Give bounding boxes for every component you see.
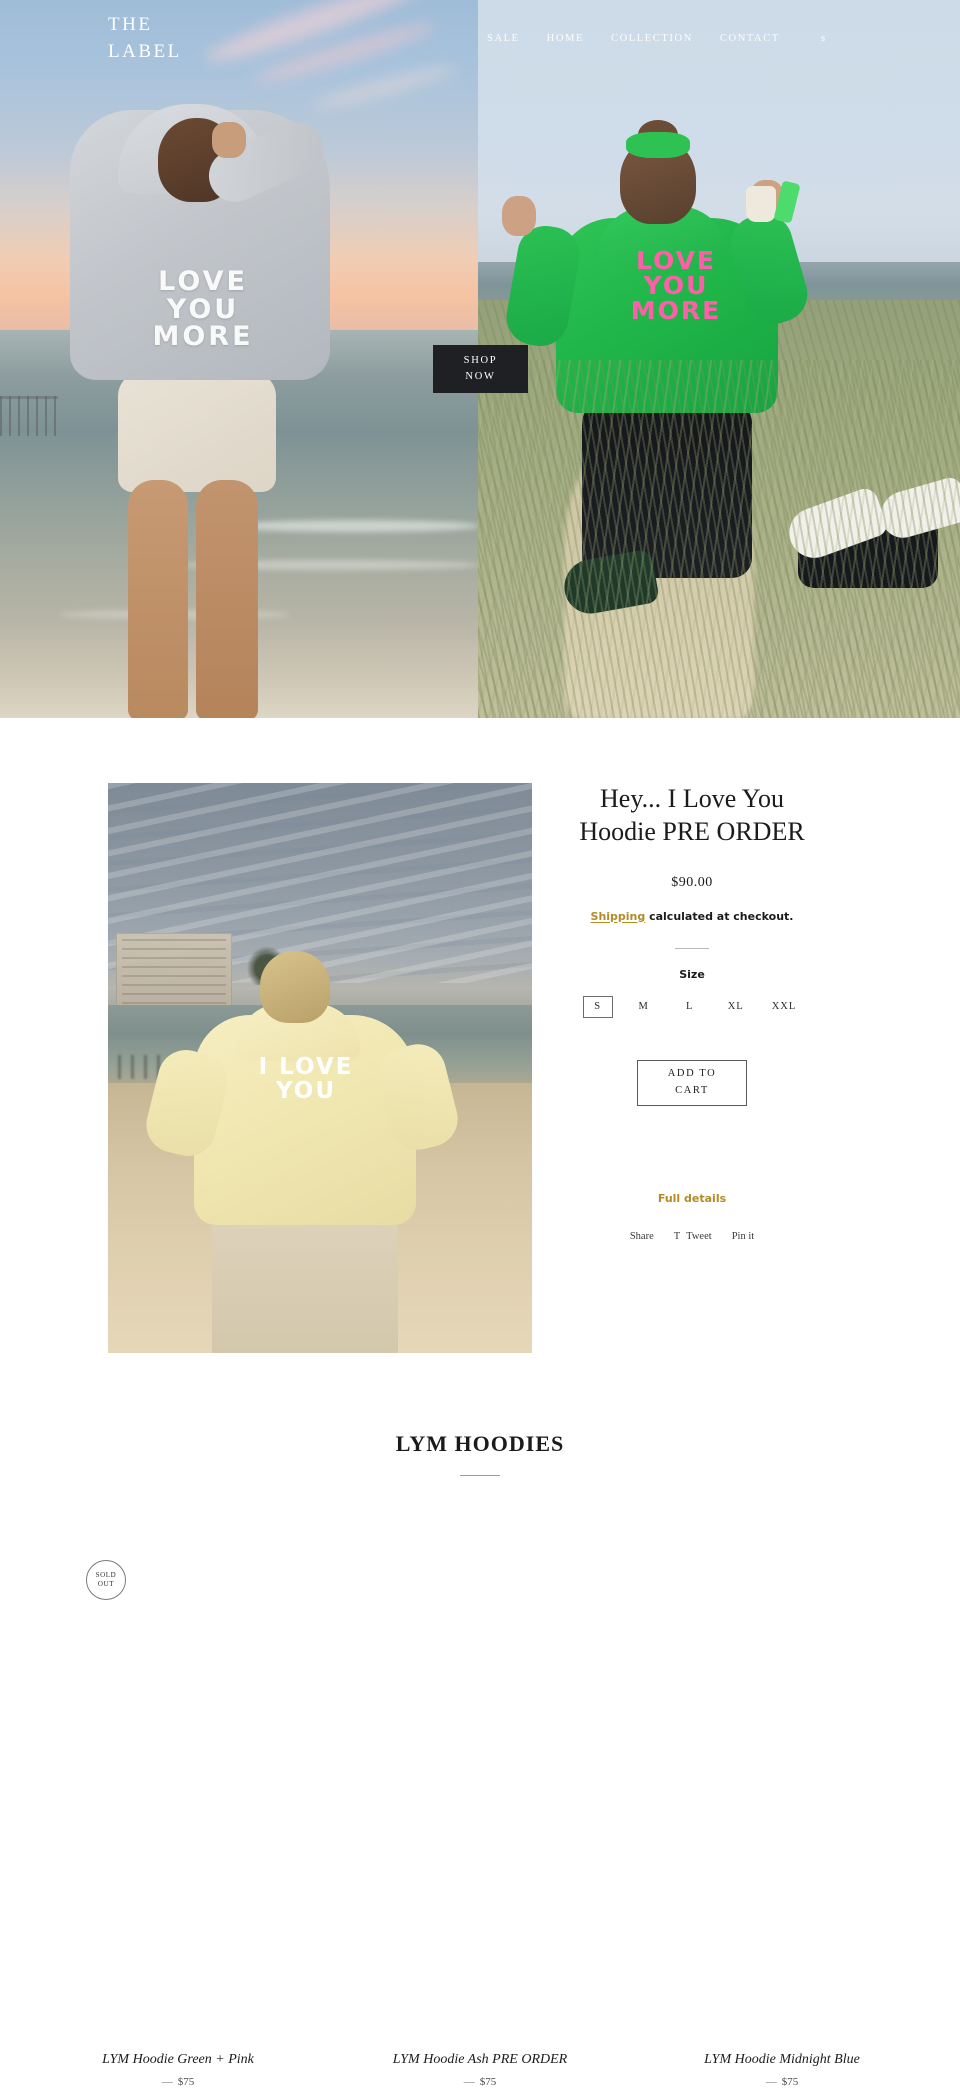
size-label: Size — [679, 967, 705, 981]
hoodie-text-line-2: YOU — [275, 1078, 337, 1105]
price-value: $75 — [177, 2076, 195, 2088]
share-row: Share T Tweet Pin it — [470, 1231, 914, 1242]
hoodie-graphic-text: I LOVE YOU — [230, 1055, 382, 1103]
size-option-m[interactable]: M — [629, 996, 659, 1018]
product-card-price: — $75 — [338, 2076, 622, 2088]
product-card[interactable]: LYM Hoodie Ash PRE ORDER — $75 — [338, 1538, 622, 2088]
add-to-cart-button[interactable]: ADD TO CART — [637, 1059, 747, 1106]
hoodie-text-line-1: I LOVE — [258, 1054, 354, 1080]
building-decoration — [116, 933, 232, 1011]
shop-now-button[interactable]: SHOP NOW — [433, 345, 528, 393]
nav-item-sale[interactable]: SALE — [487, 33, 520, 44]
logo-line-2: LABEL — [108, 40, 182, 62]
twitter-icon: T — [673, 1230, 681, 1242]
product-card-image[interactable]: SOLD OUT — [36, 1538, 320, 2046]
product-price: $90.00 — [671, 874, 713, 890]
product-title: Hey... I Love You Hoodie PRE ORDER — [579, 784, 805, 846]
shipping-note-text: calculated at checkout. — [645, 909, 794, 923]
product-card-title: LYM Hoodie Green + Pink — [102, 2052, 254, 2067]
shop-now-line-2: NOW — [465, 371, 496, 382]
product-grid: SOLD OUT LYM Hoodie Green + Pink — $75 LY… — [36, 1538, 924, 2088]
price-dash: — — [765, 2076, 777, 2088]
product-card[interactable]: LYM Hoodie Midnight Blue — $75 — [640, 1538, 924, 2088]
collection-section: LYM HOODIES SOLD OUT LYM Hoodie Green + … — [0, 1431, 960, 2088]
price-value: $75 — [781, 2076, 799, 2088]
size-selector: S M L XL XXL — [470, 995, 914, 1018]
logo-line-1: THE — [108, 14, 153, 35]
size-option-xl[interactable]: XL — [721, 996, 751, 1018]
product-card-title: LYM Hoodie Ash PRE ORDER — [392, 2052, 568, 2067]
nav-item-contact[interactable]: CONTACT — [720, 33, 780, 44]
model-pants — [212, 1207, 398, 1353]
size-option-s[interactable]: S — [582, 995, 613, 1018]
nav-item-collection[interactable]: COLLECTION — [611, 33, 693, 44]
divider — [460, 1475, 500, 1476]
shipping-note: Shipping calculated at checkout. — [470, 910, 914, 923]
add-to-cart-line-1: ADD TO — [667, 1068, 717, 1080]
product-card-title: LYM Hoodie Midnight Blue — [704, 2052, 860, 2067]
collection-title: LYM HOODIES — [395, 1431, 565, 1456]
product-card-image[interactable] — [640, 1538, 924, 2046]
price-dash: — — [463, 2076, 475, 2088]
divider — [675, 947, 709, 949]
sold-out-badge: SOLD OUT — [86, 1560, 126, 1600]
add-to-cart-line-2: CART — [675, 1084, 709, 1096]
product-image[interactable]: I LOVE YOU — [108, 783, 532, 1353]
main-navigation: SALE HOME COLLECTION CONTACT s — [487, 32, 827, 44]
site-logo[interactable]: THE LABEL — [108, 12, 182, 66]
share-label: Share — [629, 1230, 654, 1242]
product-card-price: — $75 — [36, 2076, 320, 2088]
price-dash: — — [161, 2076, 173, 2088]
size-option-xxl[interactable]: XXL — [767, 996, 802, 1018]
sold-out-line-1: SOLD — [95, 1570, 117, 1579]
hero-banner: LOVE YOU MORE LOVE YOU MORE THE LABEL SA… — [0, 0, 960, 718]
share-pinterest-button[interactable]: Pin it — [732, 1231, 754, 1242]
shop-now-line-1: SHOP — [463, 354, 498, 366]
pin-it-label: Pin it — [731, 1230, 755, 1242]
share-facebook-button[interactable]: Share — [630, 1231, 654, 1242]
product-card-image[interactable] — [338, 1538, 622, 2046]
hero-overlay: THE LABEL SALE HOME COLLECTION CONTACT s… — [0, 0, 960, 718]
search-icon[interactable]: s — [821, 32, 827, 44]
shipping-link[interactable]: Shipping — [591, 910, 646, 923]
product-media: I LOVE YOU — [0, 783, 532, 1353]
nav-item-home[interactable]: HOME — [547, 33, 584, 44]
share-twitter-button[interactable]: T Tweet — [674, 1231, 712, 1242]
price-value: $75 — [479, 2076, 497, 2088]
tweet-label: Tweet — [686, 1230, 712, 1242]
sold-out-line-2: OUT — [97, 1580, 115, 1588]
size-option-l[interactable]: L — [675, 996, 705, 1018]
product-detail-section: I LOVE YOU Hey... I Love You Hoodie PRE … — [0, 718, 960, 1353]
product-card[interactable]: SOLD OUT LYM Hoodie Green + Pink — $75 — [36, 1538, 320, 2088]
full-details-link[interactable]: Full details — [470, 1192, 914, 1205]
model-head — [260, 951, 330, 1023]
product-card-price: — $75 — [640, 2076, 924, 2088]
